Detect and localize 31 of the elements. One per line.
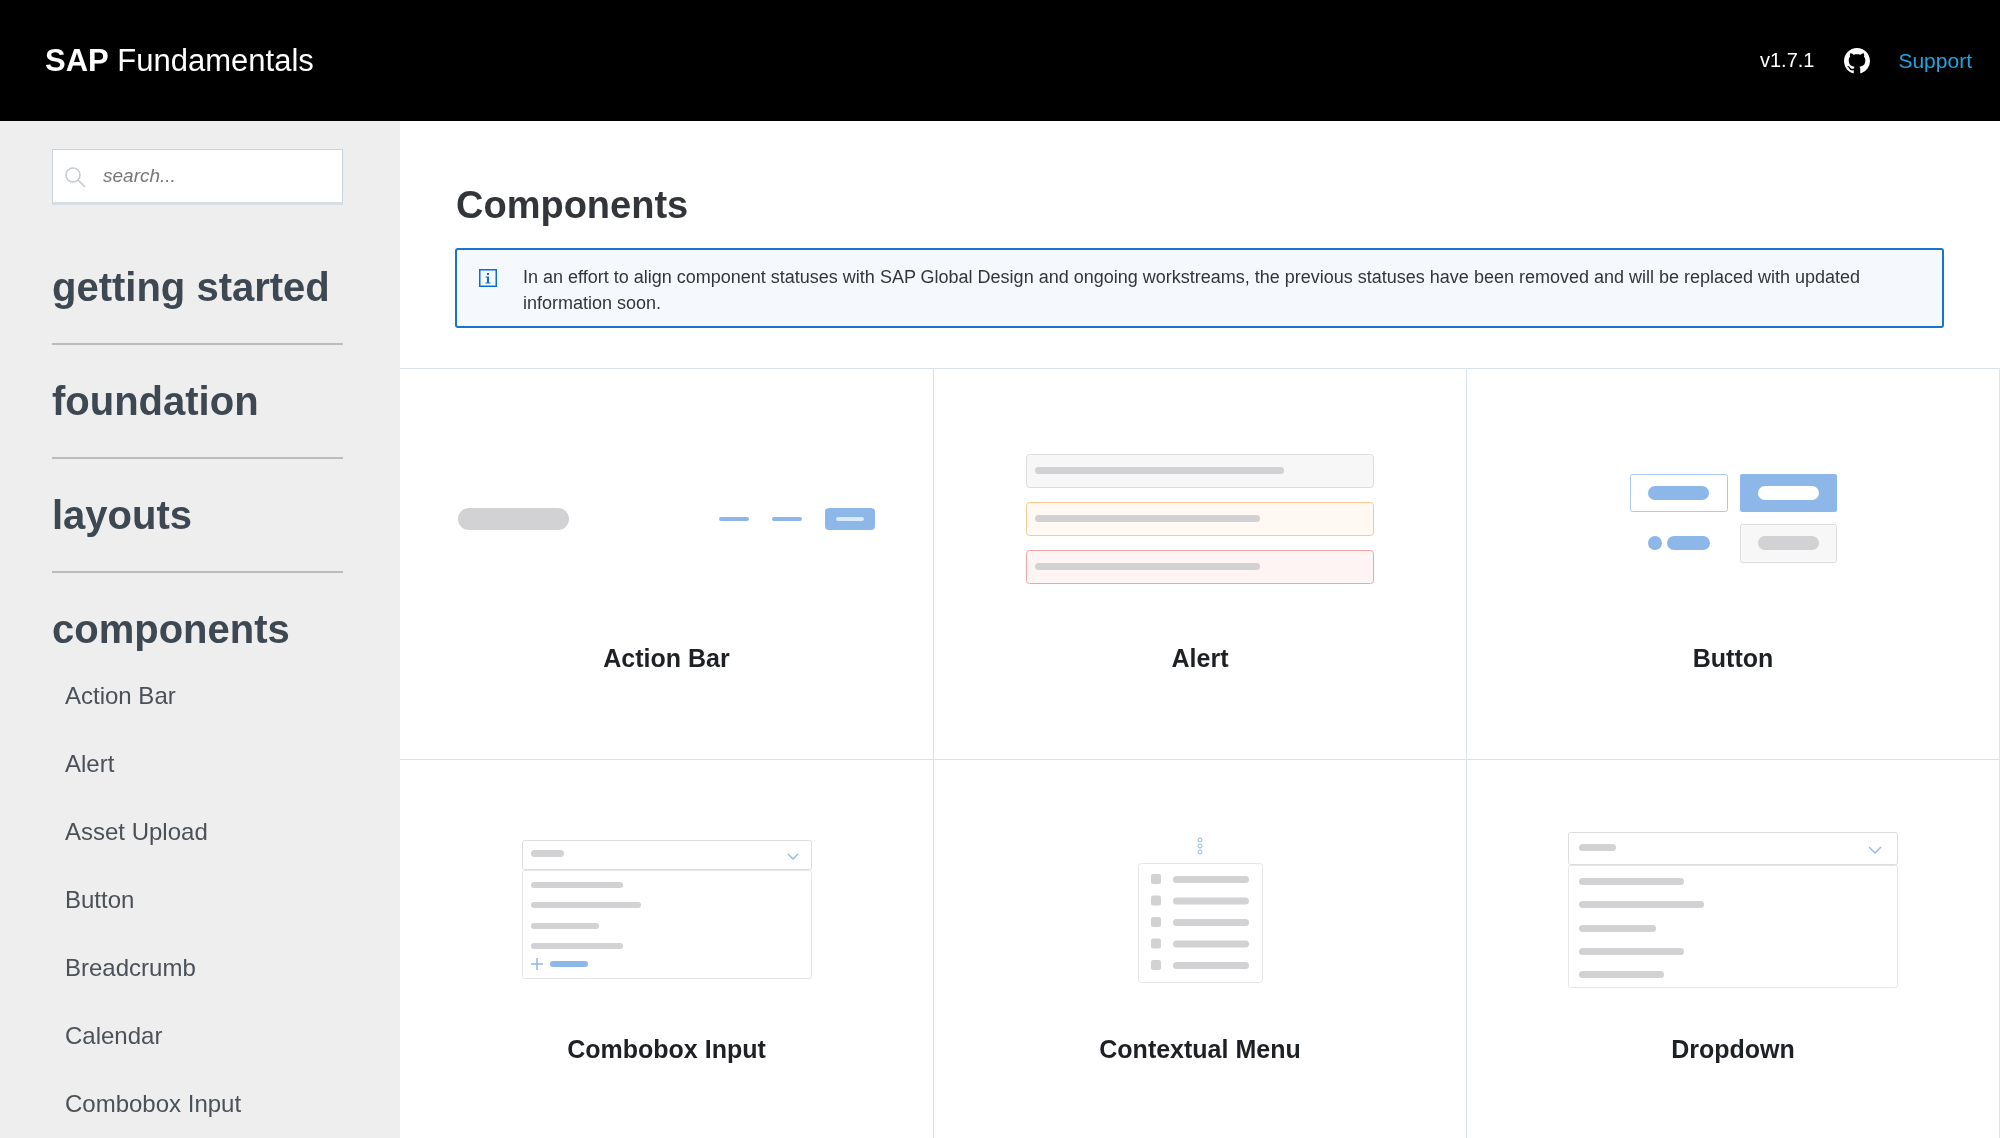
- card-title: Action Bar: [603, 643, 730, 673]
- sidebar-item[interactable]: Button: [65, 866, 135, 934]
- card-title: Dropdown: [1671, 1034, 1795, 1064]
- info-icon: [479, 269, 497, 287]
- search-field[interactable]: search...: [52, 149, 343, 205]
- sidebar-item[interactable]: Calendar: [65, 1002, 163, 1070]
- sidebar-item[interactable]: Asset Upload: [65, 798, 208, 866]
- component-card[interactable]: Dropdown: [1467, 760, 2000, 1138]
- card-title: Alert: [1171, 643, 1229, 673]
- component-card[interactable]: Action Bar: [400, 369, 934, 760]
- sidebar-section-link[interactable]: getting started: [52, 259, 330, 315]
- sidebar-item[interactable]: Action Bar: [65, 662, 176, 730]
- sidebar-section-link[interactable]: layouts: [52, 487, 193, 543]
- github-icon[interactable]: [1844, 47, 1871, 74]
- component-card[interactable]: Button: [1467, 369, 2000, 760]
- version-label: v1.7.1: [1759, 49, 1815, 72]
- component-card[interactable]: Combobox Input: [400, 760, 934, 1138]
- sidebar-section-link[interactable]: components: [52, 601, 290, 657]
- card-title: Button: [1692, 643, 1774, 673]
- sidebar-item[interactable]: Breadcrumb: [65, 934, 196, 1002]
- sidebar-section-link[interactable]: foundation: [52, 373, 259, 429]
- sidebar-item[interactable]: Combobox Input: [65, 1070, 242, 1138]
- page-title: Components: [456, 183, 690, 228]
- component-card[interactable]: Alert: [934, 369, 1467, 760]
- card-title: Contextual Menu: [1099, 1034, 1301, 1064]
- component-card[interactable]: Contextual Menu: [934, 760, 1467, 1138]
- support-link[interactable]: Support: [1898, 48, 1972, 73]
- sidebar-item[interactable]: Alert: [65, 730, 115, 798]
- card-title: Combobox Input: [567, 1034, 766, 1064]
- site-logo[interactable]: SAP Fundamentals: [45, 42, 314, 79]
- info-message: In an effort to align component statuses with SAP Global Design and ongoing workstreams, the previous statuses have been removed and will be replaced with updated information soon.: [523, 266, 1862, 315]
